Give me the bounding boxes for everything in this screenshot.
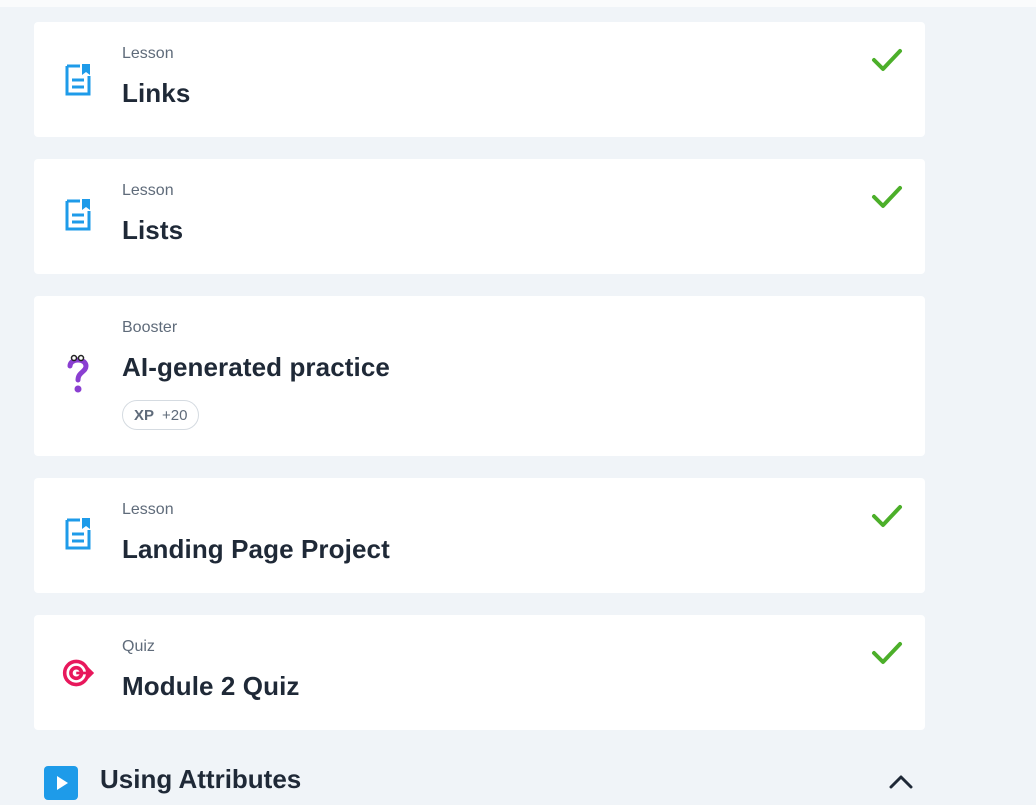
item-type-label: Lesson <box>122 182 174 199</box>
lesson-card-lists[interactable]: Lesson Lists <box>34 159 925 274</box>
section-title: Using Attributes <box>100 764 302 794</box>
xp-value: +20 <box>162 406 188 424</box>
lesson-card-landing-page-project[interactable]: Lesson Landing Page Project <box>34 478 925 593</box>
check-icon <box>872 505 902 527</box>
item-title: AI-generated practice <box>122 352 390 382</box>
section-header-using-attributes[interactable]: Using Attributes <box>44 760 924 800</box>
item-type-label: Quiz <box>122 638 155 655</box>
item-type-label: Lesson <box>122 45 174 62</box>
item-title: Lists <box>122 215 184 245</box>
chevron-up-icon[interactable] <box>884 768 918 794</box>
booster-card-ai-practice[interactable]: Booster AI-generated practice XP +20 <box>34 296 925 456</box>
item-type-label: Booster <box>122 319 178 336</box>
item-type-label: Lesson <box>122 501 174 518</box>
lesson-card-links[interactable]: Lesson Links <box>34 22 925 137</box>
item-title: Landing Page Project <box>122 534 390 564</box>
lesson-doc-icon <box>62 516 94 552</box>
lesson-doc-icon <box>62 62 94 98</box>
target-icon <box>62 655 94 691</box>
xp-badge: XP +20 <box>122 400 200 430</box>
check-icon <box>872 642 902 664</box>
check-icon <box>872 49 902 71</box>
question-mark-icon <box>62 354 94 393</box>
lesson-doc-icon <box>62 197 94 233</box>
item-title: Links <box>122 78 191 108</box>
item-title: Module 2 Quiz <box>122 671 300 701</box>
quiz-card-module-2[interactable]: Quiz Module 2 Quiz <box>34 615 925 730</box>
xp-label: XP <box>134 406 155 424</box>
top-bar <box>0 0 1036 7</box>
check-icon <box>872 186 902 208</box>
play-icon <box>44 766 78 800</box>
